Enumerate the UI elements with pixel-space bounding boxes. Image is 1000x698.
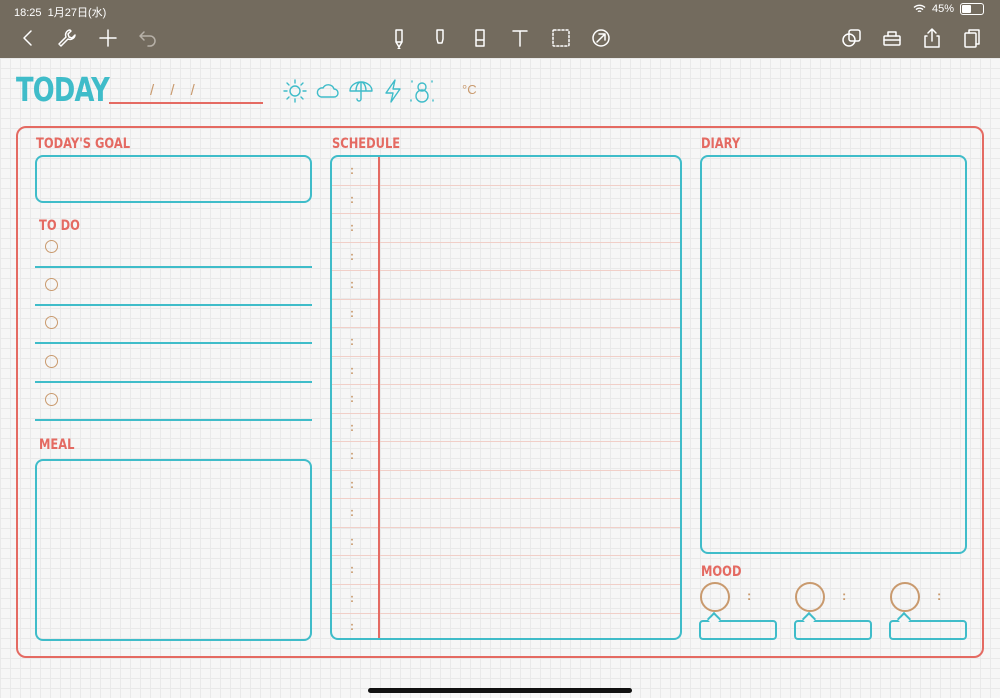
toolbar [0,20,1000,58]
schedule-time-colon: : [350,419,354,434]
schedule-row[interactable]: : [332,243,680,272]
meal-box[interactable] [35,459,312,641]
schedule-time-colon: : [350,334,354,349]
schedule-time-colon: : [350,562,354,577]
schedule-row[interactable]: : [332,385,680,414]
goal-label: TODAY'S GOAL [36,136,131,152]
schedule-time-colon: : [350,362,354,377]
meal-label: MEAL [39,437,75,453]
todo-item[interactable] [35,306,312,344]
schedule-row[interactable]: : [332,157,680,186]
mood-colon: : [747,588,752,603]
cloud-icon[interactable] [314,78,340,104]
wrench-icon[interactable] [53,24,81,52]
todo-item[interactable] [35,345,312,383]
back-icon[interactable] [14,24,42,52]
status-bar: 18:25 1月27日(水) 45% [0,0,1000,20]
mood-circle[interactable] [795,582,825,612]
battery-percent: 45% [931,3,954,15]
pen-icon[interactable] [385,24,413,52]
undo-icon[interactable] [134,24,162,52]
schedule-time-divider [378,157,380,638]
battery-icon [960,3,984,15]
schedule-row[interactable]: : [332,585,680,614]
sun-icon[interactable] [282,78,308,104]
checkbox-circle-icon[interactable] [45,393,58,406]
home-indicator[interactable] [368,688,632,693]
highlighter-icon[interactable] [426,24,454,52]
schedule-row[interactable]: : [332,414,680,443]
schedule-row[interactable]: : [332,556,680,585]
schedule-row[interactable]: : [332,300,680,329]
mood-colon: : [937,588,942,603]
planner-page[interactable]: TODAY / / / °C TODAY'S GOAL TO DO MEAL S… [0,58,1000,698]
diary-label: DIARY [701,136,741,152]
diary-box[interactable] [700,155,967,554]
text-icon[interactable] [506,24,534,52]
schedule-time-colon: : [350,248,354,263]
mood-circle[interactable] [890,582,920,612]
mood-label: MOOD [701,564,742,580]
status-time: 18:25 1月27日(水) [14,7,107,19]
schedule-time-colon: : [350,220,354,235]
todo-item[interactable] [35,230,312,268]
lasso-icon[interactable] [547,24,575,52]
schedule-time-colon: : [350,448,354,463]
schedule-box[interactable]: ::::::::::::::::: [330,155,682,640]
schedule-time-colon: : [350,505,354,520]
mood-note-bubble[interactable] [699,620,777,640]
date-marks: / / / [150,82,195,99]
share-icon[interactable] [918,24,946,52]
pages-icon[interactable] [958,24,986,52]
schedule-label: SCHEDULE [332,136,401,152]
schedule-row[interactable]: : [332,613,680,638]
layers-icon[interactable] [838,24,866,52]
schedule-time-colon: : [350,533,354,548]
schedule-time-colon: : [350,277,354,292]
wifi-icon [913,4,926,13]
schedule-row[interactable]: : [332,442,680,471]
schedule-row[interactable]: : [332,328,680,357]
schedule-time-colon: : [350,191,354,206]
todo-item[interactable] [35,383,312,421]
schedule-time-colon: : [350,163,354,177]
todo-item[interactable] [35,268,312,306]
umbrella-icon[interactable] [348,78,374,104]
mood-colon: : [842,588,847,603]
mood-note-bubble[interactable] [889,620,967,640]
schedule-row[interactable]: : [332,528,680,557]
add-icon[interactable] [94,24,122,52]
checkbox-circle-icon[interactable] [45,240,58,253]
eraser-icon[interactable] [466,24,494,52]
battery-indicator: 45% [913,3,984,15]
schedule-time-colon: : [350,619,354,634]
schedule-time-colon: : [350,476,354,491]
schedule-row[interactable]: : [332,499,680,528]
schedule-row[interactable]: : [332,471,680,500]
status-date: 1月27日(水) [47,7,107,19]
date-line[interactable] [109,102,263,104]
schedule-time-colon: : [350,590,354,605]
snowman-icon[interactable] [409,78,435,104]
page-title: TODAY [16,70,110,109]
lightning-icon[interactable] [380,78,406,104]
schedule-row[interactable]: : [332,214,680,243]
checkbox-circle-icon[interactable] [45,278,58,291]
checkbox-circle-icon[interactable] [45,316,58,329]
schedule-row[interactable]: : [332,357,680,386]
temperature-unit: °C [462,82,477,97]
schedule-time-colon: : [350,391,354,406]
goal-box[interactable] [35,155,312,203]
tray-icon[interactable] [878,24,906,52]
schedule-time-colon: : [350,305,354,320]
mood-note-bubble[interactable] [794,620,872,640]
checkbox-circle-icon[interactable] [45,355,58,368]
mood-circle[interactable] [700,582,730,612]
shapes-icon[interactable] [587,24,615,52]
schedule-row[interactable]: : [332,186,680,215]
schedule-row[interactable]: : [332,271,680,300]
